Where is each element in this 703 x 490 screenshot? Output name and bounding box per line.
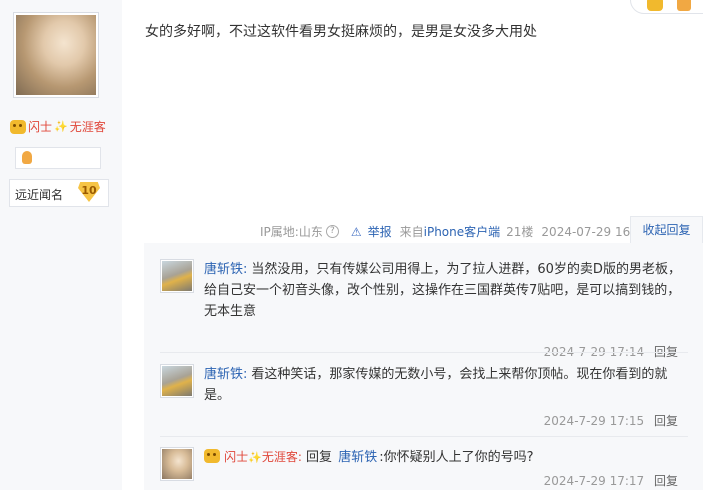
list-item: 唐斩铁: 当然没用，只有传媒公司用得上，为了拉人进群，60岁的卖D版的男老板，给自… (160, 259, 688, 359)
reply-footer: 2024-7-29 17:17 回复 (544, 472, 678, 489)
source-prefix: 来自 (399, 225, 424, 239)
warning-icon: ⚠ (350, 224, 362, 239)
collapse-replies-button[interactable]: 收起回复 (630, 216, 703, 244)
divider (160, 436, 688, 437)
reply-author[interactable]: 唐斩铁: (204, 262, 247, 277)
post-content: 女的多好啊，不过这软件看男女挺麻烦的，是男是女没多大用处 (145, 24, 537, 40)
reply-button[interactable]: 回复 (654, 414, 678, 428)
reply-target[interactable]: 唐斩铁 (338, 450, 377, 465)
post-meta: IP属地:山东 ? ⚠ 举报 来自 iPhone客户端 21楼 2024-07-… (260, 223, 650, 240)
sparkle-icon: ✨ (54, 120, 68, 133)
rank-icon (647, 0, 663, 11)
gift-slot[interactable] (15, 147, 101, 169)
floor-number: 21楼 (506, 225, 534, 239)
user-badge[interactable]: 闪士 ✨ 无涯客 (10, 118, 106, 135)
reply-badge-title: 闪士 (224, 450, 249, 464)
sparkle-icon: ✨ (248, 451, 262, 464)
reply-footer: 2024-7-29 17:15 回复 (544, 412, 678, 429)
divider (160, 352, 688, 353)
reply-time: 2024-7-29 17:15 (543, 414, 645, 428)
list-item: 闪士✨无涯客: 回复 唐斩铁:你怀疑别人上了你的号吗? 2024-7-29 17… (160, 447, 688, 490)
reply-author[interactable]: 唐斩铁: (204, 367, 247, 382)
reply-text: 看这种笑话，那家传媒的无数小号，会找上来帮你顶帖。现在你看到的就是。 (204, 367, 668, 403)
level-value: 10 (78, 182, 100, 202)
help-icon[interactable]: ? (325, 225, 339, 238)
reply-list: 唐斩铁: 当然没用，只有传媒公司用得上，为了拉人进群，60岁的卖D版的男老板，给自… (144, 243, 703, 490)
level-badge[interactable]: 远近闻名 10 (9, 179, 109, 207)
report-link[interactable]: 举报 (368, 223, 392, 240)
badge-title: 闪士 (28, 120, 53, 134)
reply-word: 回复 (306, 450, 333, 465)
source-link[interactable]: iPhone客户端 (424, 223, 501, 240)
reply-text: :你怀疑别人上了你的号吗? (379, 450, 534, 465)
reply-text: 当然没用，只有传媒公司用得上，为了拉人进群，60岁的卖D版的男老板，给自己安一个… (204, 262, 681, 319)
ip-location: IP属地:山东 (260, 225, 323, 239)
reply-avatar[interactable] (160, 447, 194, 481)
reply-author[interactable]: 无涯客: (262, 450, 302, 464)
rank-icon (10, 119, 26, 134)
reply-button[interactable]: 回复 (654, 474, 678, 488)
reply-avatar[interactable] (160, 259, 194, 293)
gift-icon (677, 0, 691, 11)
user-name[interactable]: 无涯客 (70, 118, 106, 135)
user-sidebar: 闪士 ✨ 无涯客 远近闻名 10 (0, 0, 122, 490)
rank-icon (204, 449, 220, 463)
gingerbread-icon (22, 151, 32, 164)
level-name: 远近闻名 (15, 188, 64, 202)
reply-avatar[interactable] (160, 364, 194, 398)
top-badge-pill[interactable] (630, 0, 703, 14)
reply-time: 2024-7-29 17:17 (543, 474, 645, 488)
list-item: 唐斩铁: 看这种笑话，那家传媒的无数小号，会找上来帮你顶帖。现在你看到的就是。 2… (160, 364, 688, 434)
user-avatar[interactable] (13, 12, 99, 98)
